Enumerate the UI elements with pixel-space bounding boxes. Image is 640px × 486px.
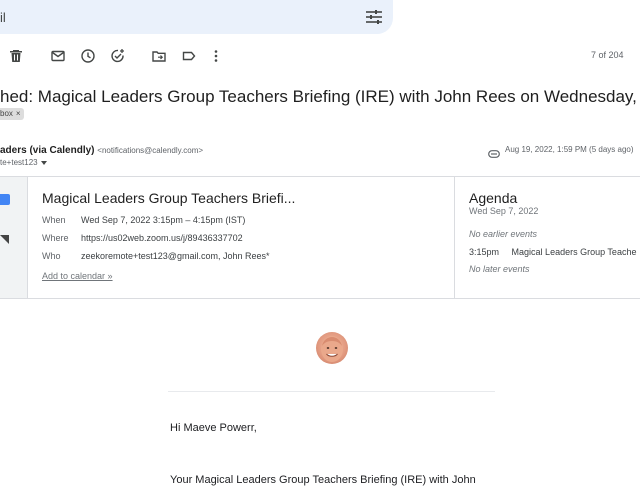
agenda-date: Wed Sep 7, 2022: [469, 206, 539, 216]
when-value: Wed Sep 7, 2022 3:15pm – 4:15pm (IST): [81, 215, 246, 225]
search-options-icon[interactable]: [366, 10, 382, 24]
agenda-title: Agenda: [469, 190, 518, 206]
search-bar[interactable]: il: [0, 0, 393, 34]
add-to-calendar-link[interactable]: Add to calendar »: [42, 271, 113, 281]
recipient-line[interactable]: te+test123: [0, 158, 48, 167]
email-subject: hed: Magical Leaders Group Teachers Brie…: [0, 87, 640, 106]
recipient: te+test123: [0, 158, 38, 167]
add-task-icon[interactable]: [110, 48, 126, 64]
no-earlier-events: No earlier events: [469, 229, 538, 239]
move-to-icon[interactable]: [151, 48, 167, 64]
delete-icon[interactable]: [8, 48, 24, 64]
event-title[interactable]: Magical Leaders Group Teachers Briefi...: [42, 190, 295, 206]
search-input[interactable]: il: [0, 10, 6, 25]
mark-unread-icon[interactable]: [50, 48, 66, 64]
agenda-event-time: 3:15pm: [469, 247, 500, 257]
sender-name[interactable]: aders (via Calendly): [0, 145, 94, 156]
greeting: Hi Maeve Powerr,: [170, 422, 257, 434]
who-value: zeekoremote+test123@gmail.com, John Rees…: [81, 251, 270, 261]
sender-email: <notifications@calendly.com>: [97, 146, 204, 155]
calendar-color-icon: [0, 194, 10, 205]
more-options-icon[interactable]: [208, 48, 224, 64]
sender-avatar: [316, 332, 348, 364]
snooze-icon[interactable]: [80, 48, 96, 64]
where-label: Where: [42, 233, 69, 243]
label-text: box: [0, 109, 13, 118]
calendar-invite-card: Magical Leaders Group Teachers Briefi...…: [0, 176, 640, 299]
sender-line: aders (via Calendly) <notifications@cale…: [0, 145, 203, 156]
agenda-event[interactable]: 3:15pm Magical Leaders Group Teache: [469, 247, 636, 257]
calendar-fold-icon: [0, 235, 9, 244]
label-icon[interactable]: [181, 48, 197, 64]
no-later-events: No later events: [469, 264, 530, 274]
inbox-label-chip[interactable]: box ×: [0, 108, 24, 120]
email-date: Aug 19, 2022, 1:59 PM (5 days ago): [505, 145, 634, 154]
where-value[interactable]: https://us02web.zoom.us/j/89436337702: [81, 233, 243, 243]
content-divider: [168, 391, 495, 392]
agenda-event-title: Magical Leaders Group Teache: [511, 247, 637, 257]
remove-label-icon[interactable]: ×: [16, 108, 21, 120]
caret-down-icon[interactable]: [40, 160, 48, 166]
message-count: 7 of 204: [591, 50, 624, 60]
card-divider: [454, 177, 455, 298]
message-line: Your Magical Leaders Group Teachers Brie…: [170, 474, 476, 486]
attachment-icon: [488, 145, 500, 158]
calendar-thumbnail: [0, 177, 28, 298]
who-label: Who: [42, 251, 61, 261]
when-label: When: [42, 215, 66, 225]
